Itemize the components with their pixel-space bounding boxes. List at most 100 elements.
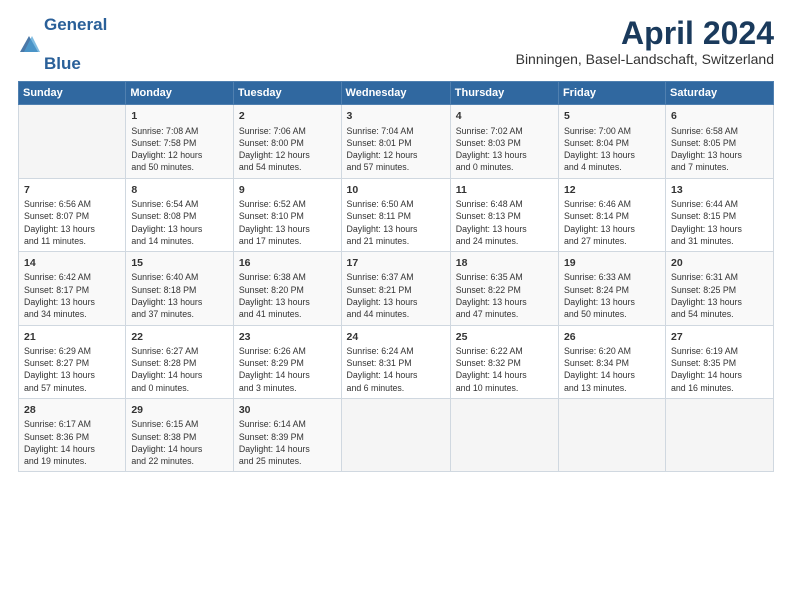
logo-icon [18, 34, 40, 56]
day-info: Sunrise: 6:17 AMSunset: 8:36 PMDaylight:… [24, 418, 120, 467]
calendar-cell: 17Sunrise: 6:37 AMSunset: 8:21 PMDayligh… [341, 252, 450, 325]
logo-text: General Blue [44, 16, 107, 73]
calendar-cell: 30Sunrise: 6:14 AMSunset: 8:39 PMDayligh… [233, 399, 341, 472]
title-area: April 2024 Binningen, Basel-Landschaft, … [516, 16, 774, 67]
day-info: Sunrise: 6:29 AMSunset: 8:27 PMDaylight:… [24, 345, 120, 394]
day-info: Sunrise: 6:50 AMSunset: 8:11 PMDaylight:… [347, 198, 445, 247]
day-number: 23 [239, 330, 336, 344]
day-header-sunday: Sunday [19, 82, 126, 105]
calendar-cell: 3Sunrise: 7:04 AMSunset: 8:01 PMDaylight… [341, 105, 450, 178]
day-info: Sunrise: 6:26 AMSunset: 8:29 PMDaylight:… [239, 345, 336, 394]
day-header-thursday: Thursday [450, 82, 558, 105]
calendar-cell: 16Sunrise: 6:38 AMSunset: 8:20 PMDayligh… [233, 252, 341, 325]
calendar-cell: 19Sunrise: 6:33 AMSunset: 8:24 PMDayligh… [558, 252, 665, 325]
day-info: Sunrise: 6:24 AMSunset: 8:31 PMDaylight:… [347, 345, 445, 394]
month-title: April 2024 [516, 16, 774, 51]
calendar-cell: 5 Sunrise: 7:00 AMSunset: 8:04 PMDaylight… [558, 105, 665, 178]
calendar-cell: 27Sunrise: 6:19 AMSunset: 8:35 PMDayligh… [665, 325, 773, 398]
day-number: 9 [239, 183, 336, 197]
day-number: 16 [239, 256, 336, 270]
day-number: 26 [564, 330, 660, 344]
day-number: 6 [671, 109, 768, 123]
calendar-table: SundayMondayTuesdayWednesdayThursdayFrid… [18, 81, 774, 472]
day-number: 22 [131, 330, 228, 344]
calendar-cell: 10Sunrise: 6:50 AMSunset: 8:11 PMDayligh… [341, 178, 450, 251]
location-title: Binningen, Basel-Landschaft, Switzerland [516, 51, 774, 67]
logo-area: General Blue [18, 16, 107, 73]
calendar-cell: 1 Sunrise: 7:08 AMSunset: 7:58 PMDaylight… [126, 105, 234, 178]
day-number: 29 [131, 403, 228, 417]
calendar-week-row: 14Sunrise: 6:42 AMSunset: 8:17 PMDayligh… [19, 252, 774, 325]
day-info: Sunrise: 6:22 AMSunset: 8:32 PMDaylight:… [456, 345, 553, 394]
day-info: Sunrise: 7:08 AMSunset: 7:58 PMDaylight:… [131, 125, 228, 174]
day-number: 17 [347, 256, 445, 270]
day-header-monday: Monday [126, 82, 234, 105]
day-number: 8 [131, 183, 228, 197]
day-info: Sunrise: 6:20 AMSunset: 8:34 PMDaylight:… [564, 345, 660, 394]
day-header-tuesday: Tuesday [233, 82, 341, 105]
day-number: 7 [24, 183, 120, 197]
day-number: 12 [564, 183, 660, 197]
calendar-cell: 2 Sunrise: 7:06 AMSunset: 8:00 PMDaylight… [233, 105, 341, 178]
day-info: Sunrise: 6:40 AMSunset: 8:18 PMDaylight:… [131, 271, 228, 320]
day-number: 18 [456, 256, 553, 270]
day-number: 2 [239, 109, 336, 123]
calendar-cell: 11Sunrise: 6:48 AMSunset: 8:13 PMDayligh… [450, 178, 558, 251]
calendar-week-row: 1 Sunrise: 7:08 AMSunset: 7:58 PMDaylight… [19, 105, 774, 178]
day-info: Sunrise: 7:02 AMSunset: 8:03 PMDaylight:… [456, 125, 553, 174]
day-info: Sunrise: 6:38 AMSunset: 8:20 PMDaylight:… [239, 271, 336, 320]
day-info: Sunrise: 6:33 AMSunset: 8:24 PMDaylight:… [564, 271, 660, 320]
header: General Blue April 2024 Binningen, Basel… [18, 16, 774, 73]
day-info: Sunrise: 7:06 AMSunset: 8:00 PMDaylight:… [239, 125, 336, 174]
day-info: Sunrise: 6:46 AMSunset: 8:14 PMDaylight:… [564, 198, 660, 247]
day-number: 10 [347, 183, 445, 197]
day-info: Sunrise: 6:31 AMSunset: 8:25 PMDaylight:… [671, 271, 768, 320]
calendar-cell: 28Sunrise: 6:17 AMSunset: 8:36 PMDayligh… [19, 399, 126, 472]
calendar-cell: 13Sunrise: 6:44 AMSunset: 8:15 PMDayligh… [665, 178, 773, 251]
day-info: Sunrise: 6:56 AMSunset: 8:07 PMDaylight:… [24, 198, 120, 247]
calendar-cell [665, 399, 773, 472]
calendar-cell: 14Sunrise: 6:42 AMSunset: 8:17 PMDayligh… [19, 252, 126, 325]
calendar-header-row: SundayMondayTuesdayWednesdayThursdayFrid… [19, 82, 774, 105]
calendar-cell: 18Sunrise: 6:35 AMSunset: 8:22 PMDayligh… [450, 252, 558, 325]
day-number: 5 [564, 109, 660, 123]
calendar-week-row: 28Sunrise: 6:17 AMSunset: 8:36 PMDayligh… [19, 399, 774, 472]
calendar-cell: 26Sunrise: 6:20 AMSunset: 8:34 PMDayligh… [558, 325, 665, 398]
day-info: Sunrise: 6:37 AMSunset: 8:21 PMDaylight:… [347, 271, 445, 320]
calendar-cell [341, 399, 450, 472]
calendar-cell: 9Sunrise: 6:52 AMSunset: 8:10 PMDaylight… [233, 178, 341, 251]
calendar-cell: 20Sunrise: 6:31 AMSunset: 8:25 PMDayligh… [665, 252, 773, 325]
day-info: Sunrise: 6:15 AMSunset: 8:38 PMDaylight:… [131, 418, 228, 467]
calendar-cell: 23Sunrise: 6:26 AMSunset: 8:29 PMDayligh… [233, 325, 341, 398]
day-number: 28 [24, 403, 120, 417]
calendar-cell: 12Sunrise: 6:46 AMSunset: 8:14 PMDayligh… [558, 178, 665, 251]
day-info: Sunrise: 6:48 AMSunset: 8:13 PMDaylight:… [456, 198, 553, 247]
day-number: 3 [347, 109, 445, 123]
day-info: Sunrise: 6:27 AMSunset: 8:28 PMDaylight:… [131, 345, 228, 394]
day-number: 25 [456, 330, 553, 344]
day-number: 11 [456, 183, 553, 197]
calendar-cell [450, 399, 558, 472]
day-number: 4 [456, 109, 553, 123]
calendar-week-row: 7Sunrise: 6:56 AMSunset: 8:07 PMDaylight… [19, 178, 774, 251]
day-number: 30 [239, 403, 336, 417]
day-info: Sunrise: 6:19 AMSunset: 8:35 PMDaylight:… [671, 345, 768, 394]
day-number: 21 [24, 330, 120, 344]
calendar-cell [19, 105, 126, 178]
day-info: Sunrise: 6:58 AMSunset: 8:05 PMDaylight:… [671, 125, 768, 174]
calendar-week-row: 21Sunrise: 6:29 AMSunset: 8:27 PMDayligh… [19, 325, 774, 398]
day-info: Sunrise: 7:00 AMSunset: 8:04 PMDaylight:… [564, 125, 660, 174]
day-info: Sunrise: 6:54 AMSunset: 8:08 PMDaylight:… [131, 198, 228, 247]
day-info: Sunrise: 6:42 AMSunset: 8:17 PMDaylight:… [24, 271, 120, 320]
calendar-cell: 4 Sunrise: 7:02 AMSunset: 8:03 PMDaylight… [450, 105, 558, 178]
day-header-friday: Friday [558, 82, 665, 105]
day-number: 1 [131, 109, 228, 123]
day-info: Sunrise: 6:44 AMSunset: 8:15 PMDaylight:… [671, 198, 768, 247]
calendar-cell: 6 Sunrise: 6:58 AMSunset: 8:05 PMDaylight… [665, 105, 773, 178]
calendar-cell [558, 399, 665, 472]
calendar-cell: 7Sunrise: 6:56 AMSunset: 8:07 PMDaylight… [19, 178, 126, 251]
page: General Blue April 2024 Binningen, Basel… [0, 0, 792, 612]
calendar-cell: 25Sunrise: 6:22 AMSunset: 8:32 PMDayligh… [450, 325, 558, 398]
day-header-wednesday: Wednesday [341, 82, 450, 105]
day-info: Sunrise: 6:14 AMSunset: 8:39 PMDaylight:… [239, 418, 336, 467]
